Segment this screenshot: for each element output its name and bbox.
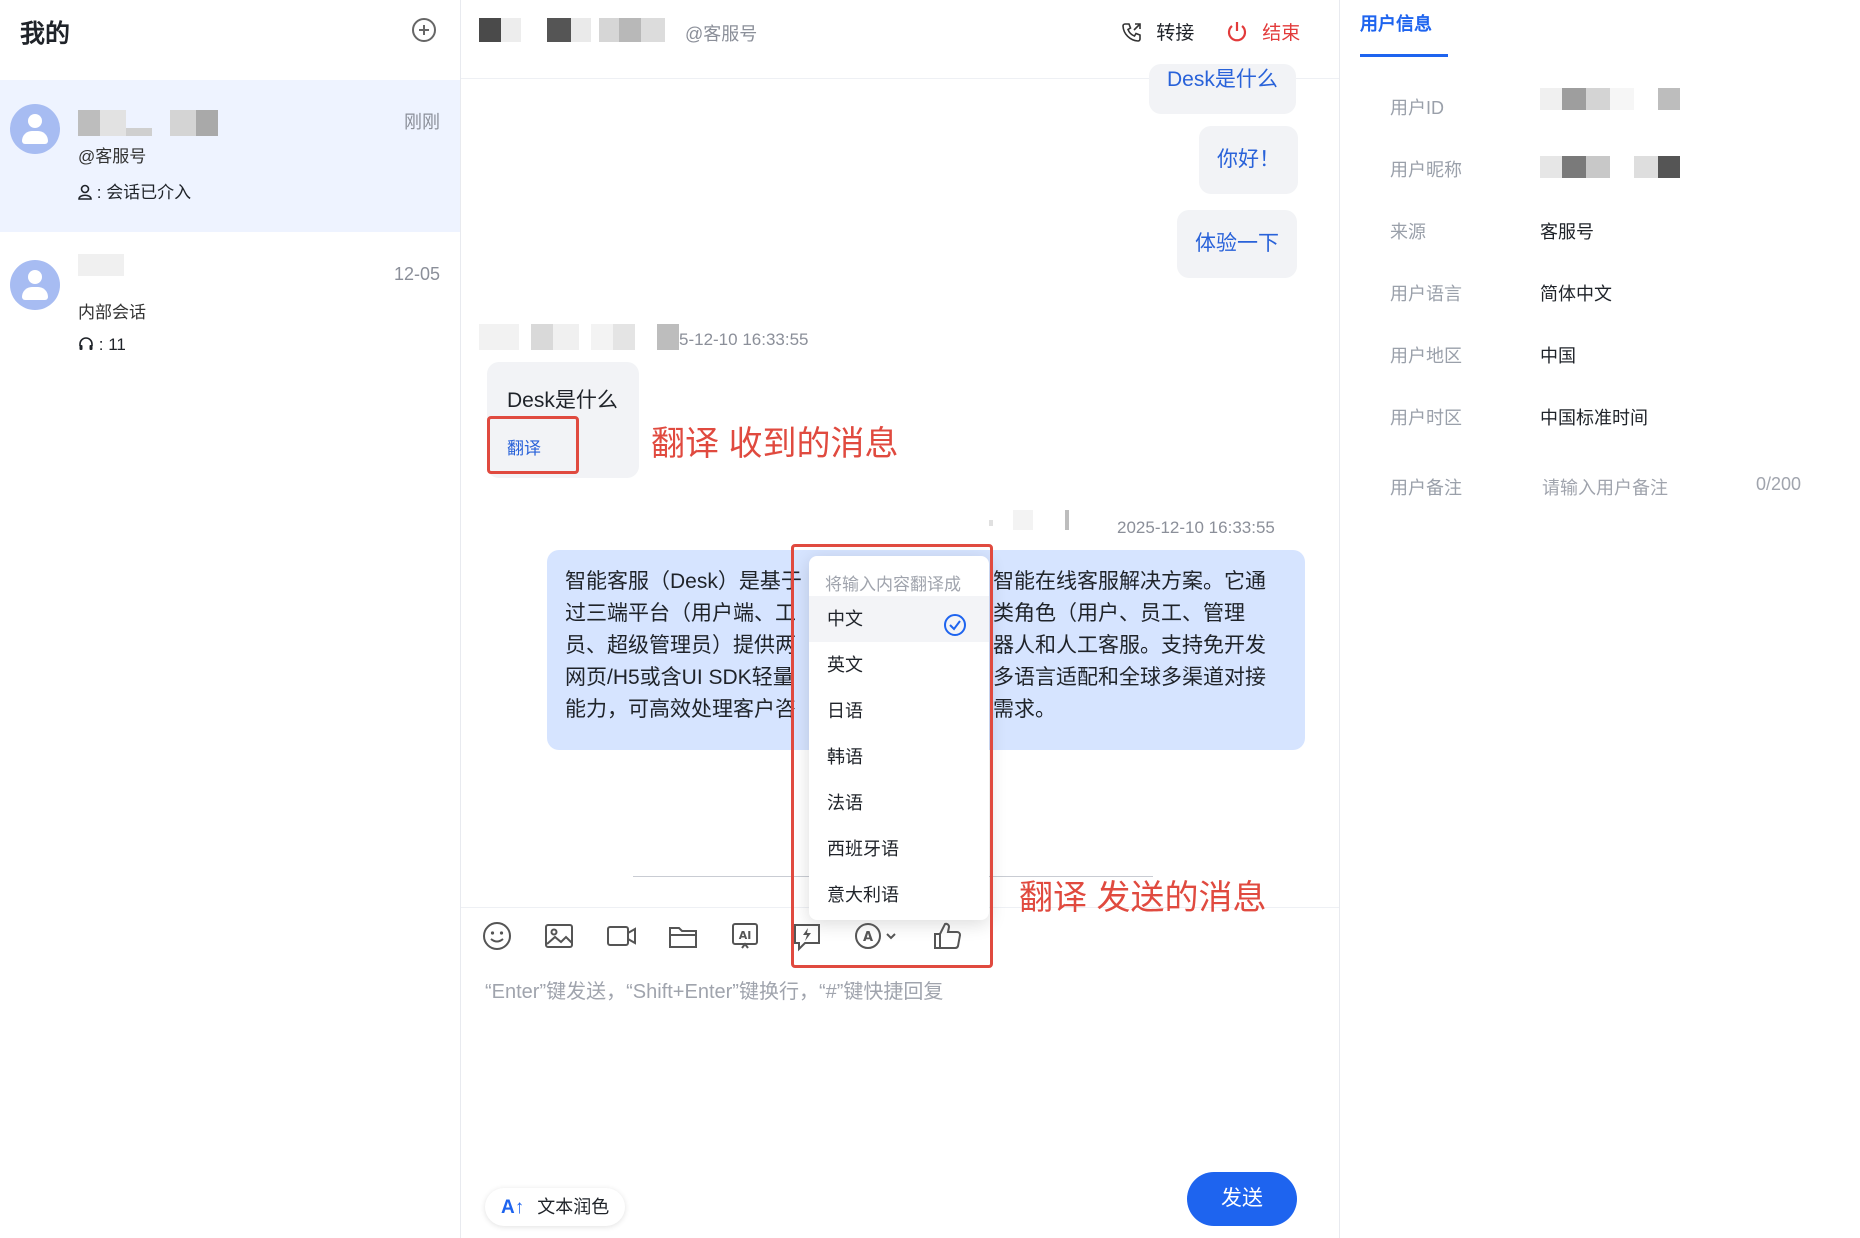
- message-text: 你好！: [1217, 148, 1280, 171]
- conversation-status-text: 11: [108, 335, 126, 354]
- polish-label: 文本润色: [537, 1197, 610, 1217]
- message-line: 类角色（用户、员工、管理: [993, 602, 1245, 625]
- avatar: [10, 104, 60, 154]
- send-button[interactable]: 发送: [1187, 1172, 1297, 1226]
- chat-panel: @客服号 转接 结束 Desk是什么 你好！ 体验一下 5-12-10 16:3…: [461, 0, 1340, 1238]
- remark-input[interactable]: 请输入用户备注: [1542, 474, 1668, 500]
- conversation-item[interactable]: 刚刚 @客服号 : 会话已介入: [0, 80, 460, 232]
- message-bubble: 你好！: [1199, 126, 1298, 194]
- message-line: 过三端平台（用户端、工: [565, 602, 796, 625]
- text-polish-button[interactable]: A↑ 文本润色: [485, 1188, 626, 1226]
- phone-transfer-icon: [1121, 21, 1143, 43]
- transfer-button[interactable]: 转接: [1121, 18, 1194, 45]
- user-name-blurred: [78, 110, 218, 138]
- polish-ai-icon: A↑: [501, 1197, 525, 1218]
- field-value-language: 简体中文: [1540, 284, 1612, 304]
- emoji-icon[interactable]: [481, 920, 513, 952]
- conversation-status: : 会话已介入: [78, 178, 191, 203]
- power-icon: [1225, 20, 1249, 44]
- folder-icon[interactable]: [667, 920, 699, 952]
- message-bubble: Desk是什么: [1149, 64, 1296, 114]
- message-text: Desk是什么: [1167, 68, 1278, 91]
- add-conversation-icon[interactable]: [412, 18, 436, 42]
- field-label: 用户备注: [1390, 478, 1462, 498]
- user-info-panel: 用户信息 用户ID 用户昵称 来源 客服号 用户语言 简体中文 用户地区 中国 …: [1340, 0, 1860, 1238]
- message-bubble: 体验一下: [1177, 210, 1297, 278]
- conversation-time: 刚刚: [404, 112, 440, 132]
- video-icon[interactable]: [605, 920, 637, 952]
- message-line: 网页/H5或含UI SDK轻量: [565, 666, 794, 689]
- message-text: Desk是什么: [507, 389, 618, 412]
- translate-icon[interactable]: A: [853, 920, 901, 952]
- tab-underline: [1360, 54, 1448, 57]
- tab-user-info[interactable]: 用户信息: [1360, 10, 1432, 36]
- message-timestamp: 2025-12-10 16:33:55: [1117, 518, 1275, 537]
- message-line: 智能客服（Desk）是基于: [565, 570, 802, 593]
- message-line: 能力，可高效处理客户咨: [565, 698, 796, 721]
- user-icon: [78, 184, 92, 200]
- conversation-status: : 11: [78, 334, 126, 355]
- annotation-box: [487, 416, 579, 474]
- thumbs-up-icon[interactable]: [931, 920, 963, 952]
- sidebar-title: 我的: [20, 20, 71, 48]
- avatar: [10, 260, 60, 310]
- field-value-timezone: 中国标准时间: [1540, 408, 1648, 428]
- quick-reply-icon[interactable]: [791, 920, 823, 952]
- field-label: 用户地区: [1390, 346, 1462, 366]
- field-label: 用户ID: [1390, 98, 1444, 118]
- end-label: 结束: [1262, 23, 1301, 44]
- sender-name-blurred: [989, 510, 1069, 530]
- message-input[interactable]: “Enter”键发送，“Shift+Enter”键换行，“#”键快捷回复: [485, 975, 943, 1004]
- conversation-time: 12-05: [393, 264, 440, 284]
- field-label: 用户昵称: [1390, 160, 1462, 180]
- svg-text:A: A: [863, 930, 873, 945]
- annotation-sent: 翻译 发送的消息: [1019, 879, 1267, 917]
- svg-text:AI: AI: [739, 929, 752, 942]
- end-session-button[interactable]: 结束: [1225, 18, 1300, 45]
- message-line: 需求。: [993, 698, 1056, 721]
- conversation-sidebar: 我的 刚刚 @客服号 : 会话已介入 12-05 内部会话: 11: [0, 0, 461, 1238]
- field-value-source: 客服号: [1540, 222, 1594, 242]
- conversation-status-text: 会话已介入: [106, 183, 192, 202]
- field-value-region: 中国: [1540, 346, 1576, 366]
- user-name-blurred: [78, 254, 124, 276]
- transfer-label: 转接: [1156, 23, 1195, 44]
- headset-icon: [78, 336, 94, 352]
- annotation-box: [791, 544, 993, 968]
- ai-icon[interactable]: AI: [729, 920, 761, 952]
- user-nickname-blurred: [1540, 156, 1680, 178]
- message-timestamp: 5-12-10 16:33:55: [679, 330, 809, 349]
- sender-name-blurred: [479, 324, 679, 350]
- field-label: 来源: [1390, 222, 1426, 242]
- message-line: 器人和人工客服。支持免开发: [993, 634, 1266, 657]
- message-text: 体验一下: [1195, 232, 1279, 255]
- chat-channel: @客服号: [685, 24, 758, 44]
- image-icon[interactable]: [543, 920, 575, 952]
- chat-user-name-blurred: [479, 18, 669, 42]
- conversation-channel: 内部会话: [78, 303, 146, 322]
- remark-counter: 0/200: [1756, 474, 1802, 494]
- message-line: 智能在线客服解决方案。它通: [993, 570, 1266, 593]
- field-label: 用户时区: [1390, 408, 1462, 428]
- conversation-channel: @客服号: [78, 147, 147, 166]
- annotation-received: 翻译 收到的消息: [651, 425, 899, 463]
- field-label: 用户语言: [1390, 284, 1462, 304]
- user-id-blurred: [1540, 88, 1680, 110]
- conversation-item[interactable]: 12-05 内部会话 : 11: [0, 236, 460, 388]
- message-line: 员、超级管理员）提供两: [565, 634, 796, 657]
- message-line: 多语言适配和全球多渠道对接: [993, 666, 1266, 689]
